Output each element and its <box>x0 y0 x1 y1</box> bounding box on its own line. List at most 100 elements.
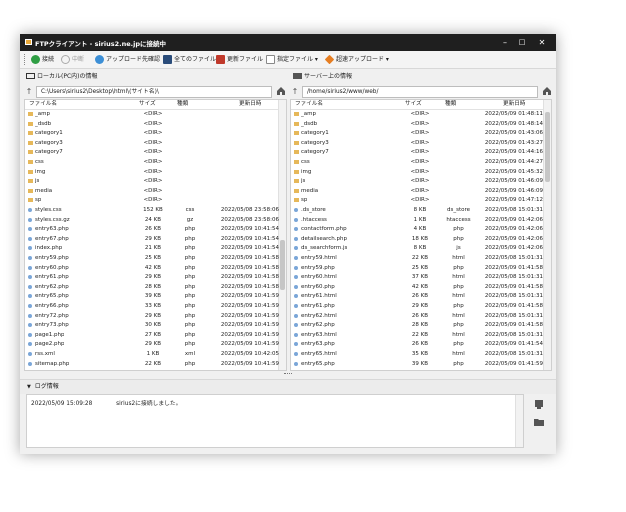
local-up-arrow-icon[interactable]: ↑ <box>24 87 34 97</box>
column-size[interactable]: サイズ <box>139 100 156 109</box>
list-item[interactable]: img <DIR> <box>25 168 278 176</box>
list-item[interactable]: _dsdb <DIR> <box>25 120 278 128</box>
list-item[interactable]: entry60.html 37 KB html 2022/05/08 15:01:31 <box>291 273 543 281</box>
list-item[interactable]: entry61.php 29 KB php 2022/05/09 10:41:58 <box>25 273 279 281</box>
list-item[interactable]: entry60.php 42 KB php 2022/05/09 01:41:58 <box>291 283 543 291</box>
list-item[interactable]: media <DIR> <box>25 187 278 195</box>
file-date: 2022/05/08 23:58:06 <box>220 216 279 223</box>
file-date: 2022/05/09 01:41:59 <box>484 360 543 367</box>
rocket-icon <box>324 54 335 65</box>
list-item[interactable]: img <DIR> 2022/05/09 01:45:32 <box>291 168 543 176</box>
updated-files-button[interactable]: 更新ファイル <box>216 54 263 65</box>
turbo-upload-button[interactable]: 超速アップロード ▾ <box>324 54 389 65</box>
list-item[interactable]: .ds_store 8 KB ds_store 2022/05/08 15:01:31 <box>291 206 543 214</box>
local-path-field[interactable]: C:\Users\sirius2\Desktop\html\(サイト名)\ <box>36 86 272 98</box>
list-item[interactable]: entry63.php 26 KB php 2022/05/09 01:41:54 <box>291 340 543 348</box>
upload-confirm-button[interactable]: アップロード先確認 <box>95 54 160 65</box>
pane-splitter[interactable] <box>20 372 556 378</box>
list-item[interactable]: _dsdb <DIR> 2022/05/09 01:48:14 <box>291 120 543 128</box>
list-item[interactable]: entry72.php 29 KB php 2022/05/09 10:41:59 <box>25 312 279 320</box>
list-item[interactable]: entry62.html 26 KB html 2022/05/08 15:01:31 <box>291 312 543 320</box>
list-item[interactable]: entry67.php 29 KB php 2022/05/09 10:41:54 <box>25 235 279 243</box>
file-size: <DIR> <box>143 168 163 175</box>
list-item[interactable]: rss.xml 1 KB xml 2022/05/09 10:42:05 <box>25 350 279 358</box>
list-item[interactable]: entry61.html 26 KB html 2022/05/08 15:01:31 <box>291 292 543 300</box>
list-item[interactable]: index.php 21 KB php 2022/05/09 10:41:54 <box>25 244 279 252</box>
remote-scrollbar[interactable] <box>543 100 551 370</box>
list-item[interactable]: entry73.php 30 KB php 2022/05/09 10:41:59 <box>25 321 279 329</box>
list-item[interactable]: entry65.php 39 KB php 2022/05/09 01:41:59 <box>291 360 543 368</box>
list-item[interactable]: entry59.php 25 KB php 2022/05/09 01:41:58 <box>291 264 543 272</box>
column-size[interactable]: サイズ <box>405 100 422 109</box>
remote-scroll-thumb[interactable] <box>545 112 550 182</box>
list-item[interactable]: category3 <DIR> <box>25 139 278 147</box>
local-home-icon[interactable] <box>276 86 286 96</box>
list-item[interactable]: category7 <DIR> 2022/05/09 01:44:16 <box>291 148 543 156</box>
log-area[interactable]: 2022/05/09 15:09:28 sirius2に接続しました。 <box>26 394 524 448</box>
list-item[interactable]: media <DIR> 2022/05/09 01:46:09 <box>291 187 543 195</box>
clear-log-icon[interactable] <box>532 398 546 410</box>
column-type[interactable]: 種類 <box>445 100 456 109</box>
list-item[interactable]: css <DIR> 2022/05/09 01:44:27 <box>291 158 543 166</box>
list-item[interactable]: entry61.php 29 KB php 2022/05/09 01:41:58 <box>291 302 543 310</box>
remote-path-field[interactable]: /home/sirius2/www/web/ <box>302 86 538 98</box>
connect-button[interactable]: 接続 <box>31 54 54 65</box>
list-item[interactable]: entry62.php 28 KB php 2022/05/09 10:41:58 <box>25 283 279 291</box>
close-button[interactable]: ✕ <box>535 37 549 48</box>
list-item[interactable]: styles.css 152 KB css 2022/05/08 23:58:06 <box>25 206 279 214</box>
list-item[interactable]: detailsearch.php 18 KB php 2022/05/09 01:42… <box>291 235 543 243</box>
list-item[interactable]: js <DIR> <box>25 177 278 185</box>
file-name: entry62.html <box>301 312 337 319</box>
collapse-icon[interactable]: ▼ <box>27 384 31 390</box>
list-item[interactable]: sp <DIR> 2022/05/09 01:47:12 <box>291 196 543 204</box>
column-name[interactable]: ファイル名 <box>295 100 323 109</box>
remote-up-arrow-icon[interactable]: ↑ <box>290 87 300 97</box>
list-item[interactable]: sp <DIR> <box>25 196 278 204</box>
log-scrollbar[interactable] <box>515 395 523 447</box>
list-item[interactable]: css <DIR> <box>25 158 278 166</box>
remote-home-icon[interactable] <box>542 86 552 96</box>
list-item[interactable]: entry66.php 33 KB php 2022/05/09 10:41:59 <box>25 302 279 310</box>
list-item[interactable]: category1 <DIR> <box>25 129 278 137</box>
list-item[interactable]: contactform.php 4 KB php 2022/05/09 01:42:0… <box>291 225 543 233</box>
column-type[interactable]: 種類 <box>177 100 188 109</box>
list-item[interactable]: sitemap.php 22 KB php 2022/05/09 10:41:59 <box>25 360 279 368</box>
file-icon <box>28 217 32 222</box>
minimize-button[interactable]: – <box>498 37 512 48</box>
list-item[interactable]: category7 <DIR> <box>25 148 278 156</box>
list-item[interactable]: entry65.html 35 KB html 2022/05/08 15:01:31 <box>291 350 543 358</box>
specified-files-button[interactable]: 指定ファイル ▾ <box>266 54 318 65</box>
list-item[interactable]: category1 <DIR> 2022/05/09 01:43:06 <box>291 129 543 137</box>
list-item[interactable]: js <DIR> 2022/05/09 01:46:09 <box>291 177 543 185</box>
column-date[interactable]: 更新日時 <box>239 100 261 109</box>
list-item[interactable]: _amp <DIR> 2022/05/09 01:48:11 <box>291 110 543 118</box>
list-item[interactable]: entry63.html 22 KB html 2022/05/08 15:01:31 <box>291 331 543 339</box>
list-item[interactable]: entry59.html 22 KB html 2022/05/08 15:01:31 <box>291 254 543 262</box>
column-name[interactable]: ファイル名 <box>29 100 57 109</box>
list-item[interactable]: page2.php 29 KB php 2022/05/09 10:41:59 <box>25 340 279 348</box>
list-item[interactable]: entry59.php 25 KB php 2022/05/09 10:41:58 <box>25 254 279 262</box>
file-size: <DIR> <box>410 149 430 156</box>
local-scroll-thumb[interactable] <box>280 240 285 290</box>
file-date: 2022/05/09 10:41:58 <box>220 283 279 290</box>
list-item[interactable]: category3 <DIR> 2022/05/09 01:43:27 <box>291 139 543 147</box>
folder-icon[interactable] <box>532 416 546 428</box>
local-scrollbar[interactable] <box>278 100 286 370</box>
list-item[interactable]: entry63.php 26 KB php 2022/05/09 10:41:54 <box>25 225 279 233</box>
list-item[interactable]: ds_searchform.js 8 KB js 2022/05/09 01:42:0… <box>291 244 543 252</box>
all-files-button[interactable]: 全てのファイル <box>163 54 216 65</box>
maximize-button[interactable]: □ <box>515 37 529 48</box>
list-item[interactable]: styles.css.gz 24 KB gz 2022/05/08 23:58:06 <box>25 216 279 224</box>
list-item[interactable]: .htaccess 1 KB htaccess 2022/05/09 01:42:06 <box>291 216 543 224</box>
list-item[interactable]: _amp <DIR> <box>25 110 278 118</box>
file-size: 25 KB <box>411 264 429 271</box>
column-date[interactable]: 更新日時 <box>503 100 525 109</box>
stop-button[interactable]: 中断 <box>61 54 84 65</box>
file-size: 28 KB <box>144 283 162 290</box>
list-item[interactable]: entry65.php 39 KB php 2022/05/09 10:41:59 <box>25 292 279 300</box>
remote-file-list[interactable]: ファイル名 サイズ 種類 更新日時 _amp <DIR> 2022/05/09 01… <box>290 99 552 371</box>
local-file-list[interactable]: ファイル名 サイズ 種類 更新日時 _amp <DIR> _dsdb <DIR> cat… <box>24 99 287 371</box>
list-item[interactable]: entry60.php 42 KB php 2022/05/09 10:41:58 <box>25 264 279 272</box>
list-item[interactable]: page1.php 27 KB php 2022/05/09 10:41:59 <box>25 331 279 339</box>
list-item[interactable]: entry62.php 28 KB php 2022/05/09 01:41:58 <box>291 321 543 329</box>
